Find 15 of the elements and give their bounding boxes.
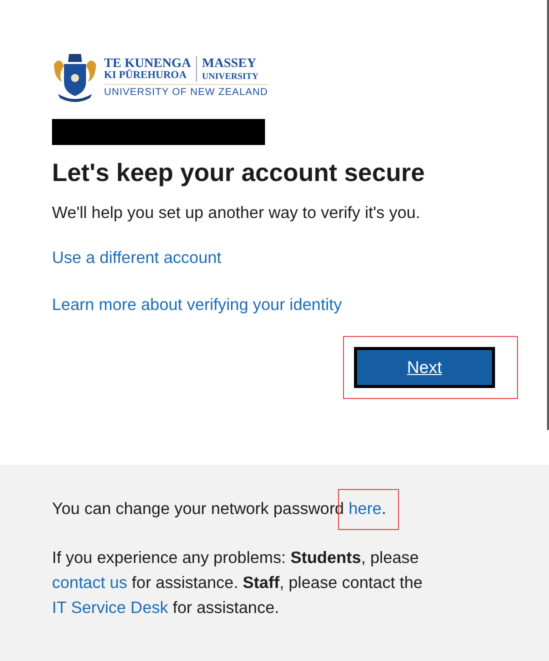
text-link[interactable]: IT Service Desk <box>52 599 168 617</box>
text-link[interactable]: Learn more about verifying your identity <box>52 292 342 318</box>
footer-paragraph: If you experience any problems: Students, please contact us for assistance. Staff, please contact the IT Service Desk for assistance. <box>52 548 424 619</box>
logo-text: UNIVERSITY <box>202 70 259 82</box>
next-button[interactable]: Next <box>354 347 495 388</box>
text-link[interactable]: Use a different account <box>52 246 222 270</box>
description-text: We'll help you set up another way to verify it's you. <box>52 203 422 224</box>
text-link[interactable]: contact us <box>52 574 128 592</box>
logo-text: MASSEY <box>202 56 258 70</box>
logo-text: KI PŪREHUROA <box>104 70 188 82</box>
logo-text: TE KUNENGA <box>104 56 192 70</box>
crest-drawing <box>52 52 98 102</box>
logo-tagline: UNIVERSITY OF NEW ZEALAND <box>104 86 268 98</box>
text-link[interactable]: here <box>348 500 382 518</box>
page-heading: Let's keep your account secure <box>52 158 426 189</box>
